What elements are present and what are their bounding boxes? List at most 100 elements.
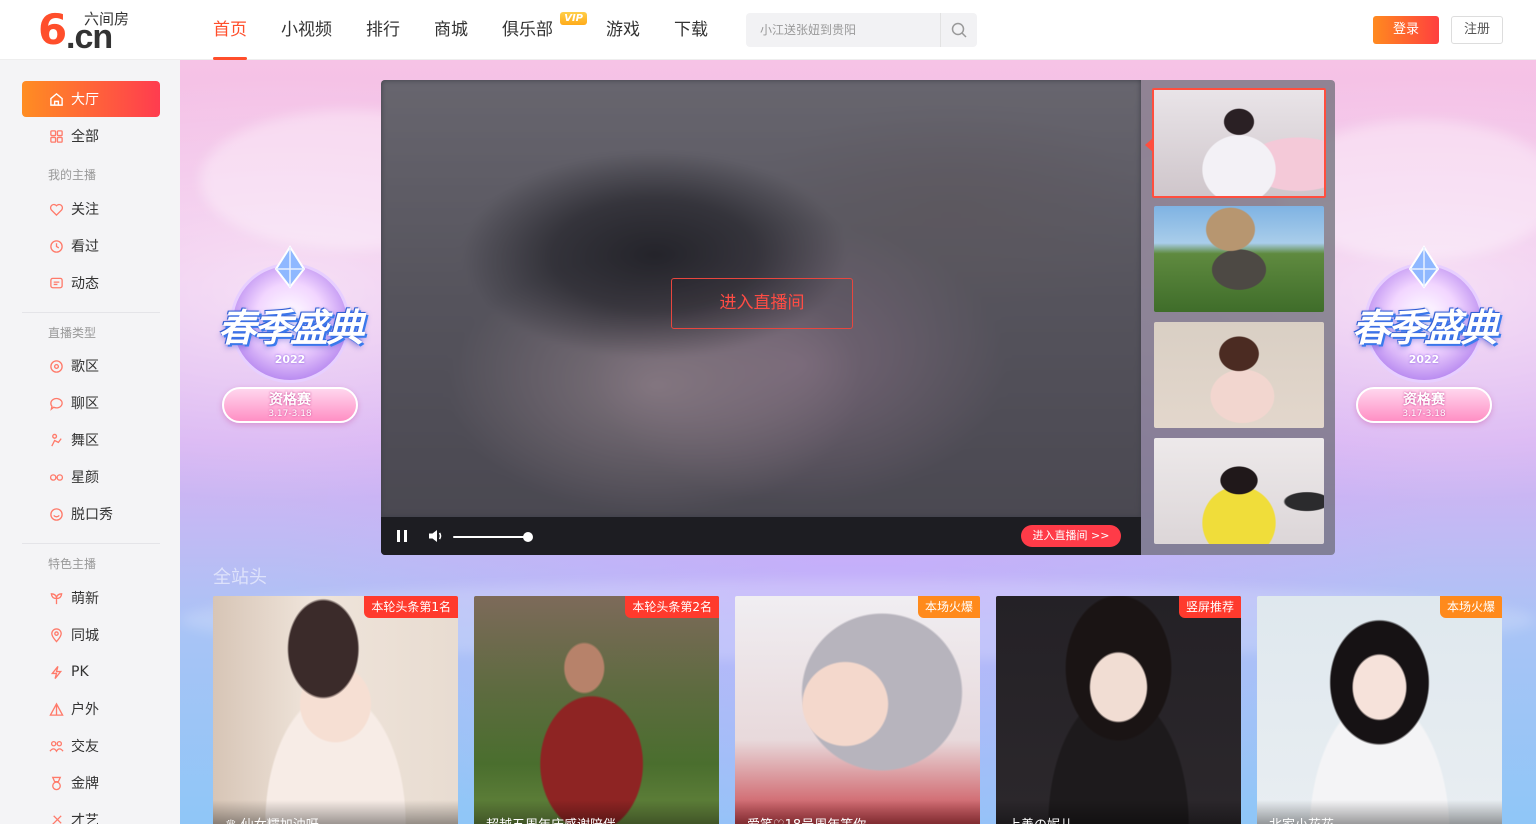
sidebar-group-feature: 特色主播 [48, 557, 97, 571]
home-icon [48, 91, 64, 107]
search-icon [951, 22, 967, 38]
volume-slider[interactable] [453, 536, 528, 538]
anchor-card[interactable]: 本轮头条第2名 超越五周年庆感谢陪伴 [474, 596, 719, 824]
lightning-icon [48, 664, 64, 680]
festival-stage-pill: 资格赛 3.17-3.18 [222, 387, 358, 423]
enter-room-center-button[interactable]: 进入直播间 [671, 278, 853, 329]
thumb-item[interactable] [1152, 88, 1326, 198]
festival-title: 春季盛典 [217, 306, 364, 350]
card-name: 北家小花花 [1257, 800, 1502, 824]
nav-ranking[interactable]: 排行 [349, 0, 417, 60]
festival-badge-left[interactable]: 春季盛典 2022 资格赛 3.17-3.18 [200, 245, 380, 435]
chat-icon [48, 395, 64, 411]
nav-short-video[interactable]: 小视频 [264, 0, 349, 60]
tent-icon [48, 701, 64, 717]
nav-mall[interactable]: 商城 [417, 0, 485, 60]
sidebar-item-friends[interactable]: 交友 [22, 728, 160, 764]
card-tag: 本轮头条第2名 [625, 596, 719, 618]
sidebar-item-lobby[interactable]: 大厅 [22, 81, 160, 117]
grid-icon [48, 128, 64, 144]
live-video-player[interactable]: 进入直播间 进入直播间 >> [381, 80, 1141, 555]
thumb-item[interactable] [1154, 322, 1324, 428]
festival-title: 春季盛典 [1351, 306, 1498, 350]
card-name: 上善の妮儿 [996, 800, 1241, 824]
nav-games[interactable]: 游戏 [589, 0, 657, 60]
sidebar-item-follow[interactable]: 关注 [22, 191, 160, 227]
top-header: 6 六间房 .cn 首页 小视频 排行 商城 俱乐部 VIP 游戏 下载 登录 … [0, 0, 1536, 60]
sidebar-item-pk[interactable]: PK [22, 654, 160, 690]
site-logo[interactable]: 6 六间房 .cn [38, 5, 138, 56]
sidebar-group-my: 我的主播 [48, 168, 97, 182]
card-name: 超越五周年庆感谢陪伴 [474, 800, 719, 824]
festival-year: 2022 [1408, 353, 1440, 366]
feed-icon [48, 275, 64, 291]
sidebar-item-music[interactable]: 歌区 [22, 348, 160, 384]
sidebar-item-history[interactable]: 看过 [22, 228, 160, 264]
card-tag: 本场火爆 [917, 596, 980, 618]
location-icon [48, 627, 64, 643]
sidebar-item-talkshow[interactable]: 脱口秀 [22, 496, 160, 532]
thumb-item[interactable] [1154, 438, 1324, 544]
sidebar-item-all[interactable]: 全部 [22, 118, 160, 154]
login-button[interactable]: 登录 [1373, 16, 1439, 44]
talent-icon [48, 812, 64, 824]
clock-icon [48, 238, 64, 254]
nav-download[interactable]: 下载 [657, 0, 725, 60]
nav-club[interactable]: 俱乐部 VIP [485, 0, 589, 60]
smile-icon [48, 506, 64, 522]
anchor-card[interactable]: 本场火爆 北家小花花 [1257, 596, 1502, 824]
anchor-card[interactable]: 竖屏推荐 上善の妮儿 [996, 596, 1241, 824]
glasses-icon [48, 469, 64, 485]
festival-badge-right[interactable]: 春季盛典 2022 资格赛 3.17-3.18 [1334, 245, 1514, 435]
festival-stage: 资格赛 [1403, 392, 1445, 408]
sidebar-item-star[interactable]: 星颜 [22, 459, 160, 495]
dance-icon [48, 432, 64, 448]
sidebar: 大厅 全部 我的主播 关注 看过 动态 直播类型 歌区 聊区 舞区 星颜 脱口秀… [0, 60, 180, 824]
card-tag: 竖屏推荐 [1178, 596, 1241, 618]
gem-icon [1408, 245, 1440, 289]
festival-year: 2022 [274, 353, 306, 366]
sidebar-item-newbie[interactable]: 萌新 [22, 580, 160, 616]
sidebar-item-gold[interactable]: 金牌 [22, 765, 160, 801]
sidebar-item-feed[interactable]: 动态 [22, 265, 160, 301]
sidebar-group-type: 直播类型 [48, 326, 97, 340]
gem-icon [274, 245, 306, 289]
enter-room-button[interactable]: 进入直播间 >> [1021, 525, 1121, 547]
music-icon [48, 358, 64, 374]
festival-stage-pill: 资格赛 3.17-3.18 [1356, 387, 1492, 423]
sprout-icon [48, 590, 64, 606]
logo-mark: 6 [38, 5, 68, 54]
nav-home[interactable]: 首页 [196, 0, 264, 60]
card-tag: 本场火爆 [1439, 596, 1502, 618]
friends-icon [48, 738, 64, 754]
sidebar-item-dance[interactable]: 舞区 [22, 422, 160, 458]
sidebar-divider [22, 543, 160, 544]
pause-icon[interactable] [395, 529, 409, 543]
card-name: ♛ 仙女糯加油呀 [213, 800, 458, 824]
main-nav: 首页 小视频 排行 商城 俱乐部 VIP 游戏 下载 [196, 0, 725, 60]
medal-icon [48, 775, 64, 791]
heart-icon [48, 201, 64, 217]
search-input[interactable] [746, 13, 940, 47]
sidebar-item-chat[interactable]: 聊区 [22, 385, 160, 421]
sidebar-item-local[interactable]: 同城 [22, 617, 160, 653]
festival-dates: 3.17-3.18 [268, 409, 312, 419]
volume-icon[interactable] [427, 527, 445, 545]
thumb-item[interactable] [1154, 206, 1324, 312]
card-tag: 本轮头条第1名 [364, 596, 458, 618]
logo-domain: .cn [66, 18, 113, 56]
anchor-card[interactable]: 本轮头条第1名 ♛ 仙女糯加油呀 [213, 596, 458, 824]
festival-dates: 3.17-3.18 [1402, 409, 1446, 419]
sidebar-item-talent[interactable]: 才艺 [22, 802, 160, 824]
section-title: 全站头 [213, 567, 267, 588]
search-button[interactable] [940, 13, 977, 47]
festival-stage: 资格赛 [269, 392, 311, 408]
card-name: 爱笑♡18号周年等你 [735, 800, 980, 824]
sidebar-item-outdoor[interactable]: 户外 [22, 691, 160, 727]
register-button[interactable]: 注册 [1451, 16, 1503, 44]
recommend-thumb-list [1141, 80, 1335, 555]
sidebar-divider [22, 312, 160, 313]
anchor-card[interactable]: 本场火爆 爱笑♡18号周年等你 [735, 596, 980, 824]
volume-handle[interactable] [523, 532, 533, 542]
player-controls: 进入直播间 >> [381, 517, 1141, 555]
